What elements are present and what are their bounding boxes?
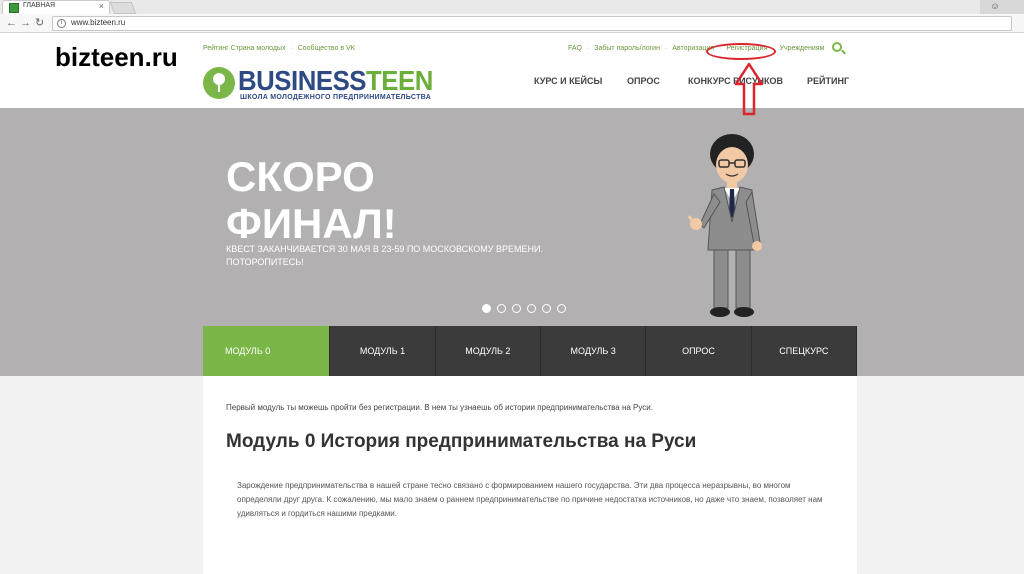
new-tab-button[interactable]	[109, 2, 137, 14]
url-input[interactable]: i www.bizteen.ru	[52, 16, 1012, 31]
slider-dot[interactable]	[482, 304, 491, 313]
separator: ·	[586, 45, 590, 52]
top-left-links: Рейтинг Страна молодых · Сообщество в VK	[203, 45, 358, 52]
forward-icon[interactable]: →	[20, 17, 31, 29]
registration-highlight-circle	[706, 43, 776, 60]
module-intro: Первый модуль ты можешь пройти без регис…	[226, 403, 653, 412]
tab-module-0[interactable]: МОДУЛЬ 0	[203, 326, 331, 376]
slider-dots	[482, 300, 572, 318]
info-icon[interactable]: i	[57, 19, 66, 28]
slider-dot[interactable]	[497, 304, 506, 313]
hero-title: СКОРО ФИНАЛ!	[226, 153, 397, 247]
logo-wordmark[interactable]: BUSINESSTEEN	[238, 65, 433, 97]
browser-tab-bar: ГЛАВНАЯ × ☺	[0, 0, 1024, 14]
back-icon[interactable]: ←	[6, 17, 17, 29]
module-content: Первый модуль ты можешь пройти без регис…	[203, 376, 857, 574]
browser-tab[interactable]: ГЛАВНАЯ ×	[2, 0, 110, 14]
module-heading: Модуль 0 История предпринимательства на …	[226, 431, 697, 452]
nav-course[interactable]: КУРС И КЕЙСЫ	[534, 76, 602, 86]
search-icon[interactable]	[832, 42, 842, 52]
up-arrow-icon	[734, 62, 764, 116]
slider-dot[interactable]	[557, 304, 566, 313]
link-vk-community[interactable]: Сообщество в VK	[298, 45, 356, 52]
link-rating-strana[interactable]: Рейтинг Страна молодых	[203, 45, 285, 52]
tab-module-1[interactable]: МОДУЛЬ 1	[330, 326, 436, 376]
tab-survey[interactable]: ОПРОС	[646, 326, 752, 376]
site-header: bizteen.ru Рейтинг Страна молодых · Сооб…	[0, 33, 1024, 108]
logo-accent: TEEN	[366, 65, 433, 96]
tab-special-course[interactable]: СПЕЦКУРС	[751, 326, 857, 376]
page-background	[857, 376, 1024, 574]
module-tabs: МОДУЛЬ 0 МОДУЛЬ 1 МОДУЛЬ 2 МОДУЛЬ 3 ОПРО…	[203, 326, 857, 376]
separator: ·	[290, 45, 293, 52]
page-background	[0, 376, 203, 574]
slider-dot[interactable]	[512, 304, 521, 313]
link-institutions[interactable]: Учреждениям	[780, 45, 825, 52]
hero-title-line2: ФИНАЛ!	[226, 200, 397, 247]
module-paragraph: Зарождение предпринимательства в нашей с…	[237, 481, 823, 518]
slider-dot[interactable]	[542, 304, 551, 313]
address-bar: ← → ↻ i www.bizteen.ru	[0, 14, 1024, 33]
nav-survey[interactable]: ОПРОС	[627, 76, 660, 86]
tab-module-2[interactable]: МОДУЛЬ 2	[435, 326, 541, 376]
close-tab-icon[interactable]: ×	[99, 1, 104, 11]
slider-dot[interactable]	[527, 304, 536, 313]
hero-slider: СКОРО ФИНАЛ! КВЕСТ ЗАКАНЧИВАЕТСЯ 30 МАЯ …	[0, 108, 1024, 326]
link-faq[interactable]: FAQ	[568, 45, 582, 52]
logo-tree-icon[interactable]	[203, 67, 235, 99]
tab-title: ГЛАВНАЯ	[23, 2, 56, 9]
logo-subtitle: ШКОЛА МОЛОДЕЖНОГО ПРЕДПРИНИМАТЕЛЬСТВА	[240, 94, 432, 101]
logo-main: BUSINESS	[238, 65, 367, 96]
window-controls: ☺	[980, 0, 1024, 14]
url-text: www.bizteen.ru	[71, 18, 126, 27]
watermark: bizteen.ru	[55, 42, 178, 72]
reload-icon[interactable]: ↻	[35, 17, 44, 29]
favicon-icon	[9, 3, 19, 13]
cartoon-character-illustration	[687, 134, 762, 317]
hero-title-line1: СКОРО	[226, 153, 375, 200]
user-icon[interactable]: ☺	[988, 1, 1002, 13]
nav-rating[interactable]: РЕЙТИНГ	[807, 76, 849, 86]
hero-subtitle: КВЕСТ ЗАКАНЧИВАЕТСЯ 30 МАЯ В 23-59 ПО МО…	[226, 244, 543, 267]
top-right-links: FAQ · Забыт пароль/логин · Авторизация ·…	[568, 45, 827, 52]
link-forgot-password[interactable]: Забыт пароль/логин	[594, 45, 660, 52]
separator: ·	[664, 45, 668, 52]
tab-module-3[interactable]: МОДУЛЬ 3	[540, 326, 647, 376]
